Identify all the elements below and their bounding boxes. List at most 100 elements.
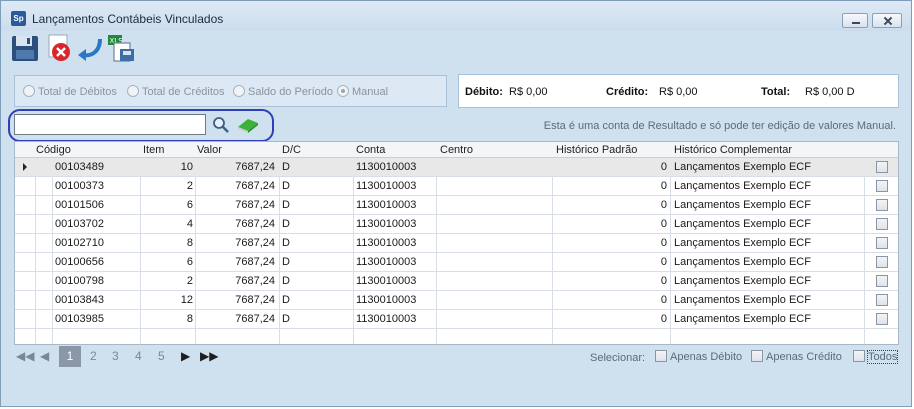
row-checkbox[interactable] bbox=[876, 294, 888, 306]
cell-historico-complementar[interactable]: Lançamentos Exemplo ECF bbox=[674, 199, 811, 211]
search-icon[interactable] bbox=[212, 116, 230, 134]
col-dc[interactable]: D/C bbox=[282, 144, 301, 156]
cell-item[interactable]: 6 bbox=[187, 199, 193, 211]
cell-codigo[interactable]: 00102710 bbox=[55, 237, 104, 249]
row-checkbox[interactable] bbox=[876, 161, 888, 173]
cell-dc[interactable]: D bbox=[282, 180, 290, 192]
page-5[interactable]: 5 bbox=[158, 349, 165, 363]
cell-dc[interactable]: D bbox=[282, 237, 290, 249]
cell-historico-complementar[interactable]: Lançamentos Exemplo ECF bbox=[674, 237, 811, 249]
save-icon[interactable] bbox=[10, 33, 40, 63]
cell-conta[interactable]: 1130010003 bbox=[356, 161, 416, 173]
cell-historico-padrao[interactable]: 0 bbox=[661, 199, 667, 211]
cell-valor[interactable]: 7687,24 bbox=[235, 294, 275, 306]
cell-codigo[interactable]: 00100373 bbox=[55, 180, 104, 192]
col-item[interactable]: Item bbox=[143, 144, 164, 156]
cell-codigo[interactable]: 00100656 bbox=[55, 256, 104, 268]
cell-historico-complementar[interactable]: Lançamentos Exemplo ECF bbox=[674, 275, 811, 287]
cell-item[interactable]: 4 bbox=[187, 218, 193, 230]
cell-item[interactable]: 8 bbox=[187, 313, 193, 325]
cell-historico-padrao[interactable]: 0 bbox=[661, 218, 667, 230]
table-row[interactable]: 00103702 4 7687,24 D 1130010003 0 Lançamentos … bbox=[15, 215, 898, 234]
cell-conta[interactable]: 1130010003 bbox=[356, 275, 416, 287]
checkbox[interactable] bbox=[655, 350, 667, 362]
table-row[interactable]: 00100656 6 7687,24 D 1130010003 0 Lançamentos … bbox=[15, 253, 898, 272]
cell-conta[interactable]: 1130010003 bbox=[356, 294, 416, 306]
table-row[interactable]: 00102710 8 7687,24 D 1130010003 0 Lançamentos … bbox=[15, 234, 898, 253]
export-xls-icon[interactable]: XLS bbox=[106, 33, 136, 63]
radio-total-creditos[interactable]: Total de Créditos bbox=[127, 85, 225, 98]
cell-codigo[interactable]: 00103489 bbox=[55, 161, 104, 173]
select-apenas-debito[interactable]: Apenas Débito bbox=[655, 350, 742, 363]
col-historico-padrao[interactable]: Histórico Padrão bbox=[556, 144, 637, 156]
table-row[interactable]: 00100798 2 7687,24 D 1130010003 0 Lançamentos … bbox=[15, 272, 898, 291]
cell-dc[interactable]: D bbox=[282, 218, 290, 230]
cell-dc[interactable]: D bbox=[282, 161, 290, 173]
next-page-icon[interactable]: ▶ bbox=[181, 349, 190, 363]
cell-valor[interactable]: 7687,24 bbox=[235, 180, 275, 192]
cell-historico-padrao[interactable]: 0 bbox=[661, 161, 667, 173]
cell-conta[interactable]: 1130010003 bbox=[356, 256, 416, 268]
row-checkbox[interactable] bbox=[876, 275, 888, 287]
cell-valor[interactable]: 7687,24 bbox=[235, 218, 275, 230]
col-centro[interactable]: Centro bbox=[440, 144, 473, 156]
cell-item[interactable]: 10 bbox=[181, 161, 193, 173]
col-codigo[interactable]: Código bbox=[36, 144, 71, 156]
select-todos[interactable]: Todos bbox=[853, 350, 899, 364]
cell-historico-complementar[interactable]: Lançamentos Exemplo ECF bbox=[674, 256, 811, 268]
col-valor[interactable]: Valor bbox=[197, 144, 222, 156]
page-4[interactable]: 4 bbox=[135, 349, 142, 363]
cell-codigo[interactable]: 00100798 bbox=[55, 275, 104, 287]
cell-historico-complementar[interactable]: Lançamentos Exemplo ECF bbox=[674, 180, 811, 192]
first-page-icon[interactable]: ◀◀ bbox=[16, 349, 34, 363]
table-row[interactable]: 00100373 2 7687,24 D 1130010003 0 Lançamentos … bbox=[15, 177, 898, 196]
radio-manual[interactable]: Manual bbox=[337, 85, 388, 98]
cell-historico-padrao[interactable]: 0 bbox=[661, 294, 667, 306]
cell-dc[interactable]: D bbox=[282, 313, 290, 325]
cell-historico-padrao[interactable]: 0 bbox=[661, 180, 667, 192]
table-row[interactable]: 00103985 8 7687,24 D 1130010003 0 Lançamentos … bbox=[15, 310, 898, 329]
cell-historico-padrao[interactable]: 0 bbox=[661, 275, 667, 287]
cell-valor[interactable]: 7687,24 bbox=[235, 256, 275, 268]
cell-conta[interactable]: 1130010003 bbox=[356, 180, 416, 192]
cell-historico-complementar[interactable]: Lançamentos Exemplo ECF bbox=[674, 313, 811, 325]
cell-item[interactable]: 12 bbox=[181, 294, 193, 306]
undo-icon[interactable] bbox=[76, 33, 106, 63]
row-checkbox[interactable] bbox=[876, 256, 888, 268]
row-checkbox[interactable] bbox=[876, 313, 888, 325]
cell-historico-complementar[interactable]: Lançamentos Exemplo ECF bbox=[674, 294, 811, 306]
cell-historico-padrao[interactable]: 0 bbox=[661, 256, 667, 268]
row-checkbox[interactable] bbox=[876, 199, 888, 211]
cell-conta[interactable]: 1130010003 bbox=[356, 218, 416, 230]
cell-valor[interactable]: 7687,24 bbox=[235, 199, 275, 211]
checkbox[interactable] bbox=[853, 350, 865, 362]
table-row[interactable]: 00103843 12 7687,24 D 1130010003 0 Lançamentos… bbox=[15, 291, 898, 310]
minimize-button[interactable] bbox=[842, 13, 868, 28]
page-3[interactable]: 3 bbox=[112, 349, 119, 363]
cell-valor[interactable]: 7687,24 bbox=[235, 161, 275, 173]
table-row[interactable]: 00103489 10 7687,24 D 1130010003 0 Lançamentos… bbox=[15, 158, 898, 177]
cell-valor[interactable]: 7687,24 bbox=[235, 275, 275, 287]
row-checkbox[interactable] bbox=[876, 180, 888, 192]
cell-historico-padrao[interactable]: 0 bbox=[661, 237, 667, 249]
cell-item[interactable]: 8 bbox=[187, 237, 193, 249]
cell-dc[interactable]: D bbox=[282, 294, 290, 306]
cell-historico-complementar[interactable]: Lançamentos Exemplo ECF bbox=[674, 218, 811, 230]
row-checkbox[interactable] bbox=[876, 218, 888, 230]
cell-conta[interactable]: 1130010003 bbox=[356, 313, 416, 325]
cell-codigo[interactable]: 00103843 bbox=[55, 294, 104, 306]
cell-dc[interactable]: D bbox=[282, 275, 290, 287]
cell-conta[interactable]: 1130010003 bbox=[356, 199, 416, 211]
row-checkbox[interactable] bbox=[876, 237, 888, 249]
cell-historico-complementar[interactable]: Lançamentos Exemplo ECF bbox=[674, 161, 811, 173]
cell-valor[interactable]: 7687,24 bbox=[235, 313, 275, 325]
close-button[interactable] bbox=[872, 13, 902, 28]
cell-codigo[interactable]: 00103702 bbox=[55, 218, 104, 230]
table-row[interactable]: 00101506 6 7687,24 D 1130010003 0 Lançamentos … bbox=[15, 196, 898, 215]
eraser-icon[interactable] bbox=[236, 117, 260, 133]
radio-total-debitos[interactable]: Total de Débitos bbox=[23, 85, 117, 98]
cell-valor[interactable]: 7687,24 bbox=[235, 237, 275, 249]
cell-item[interactable]: 2 bbox=[187, 275, 193, 287]
col-historico-complementar[interactable]: Histórico Complementar bbox=[674, 144, 792, 156]
page-1[interactable]: 1 bbox=[59, 346, 81, 367]
